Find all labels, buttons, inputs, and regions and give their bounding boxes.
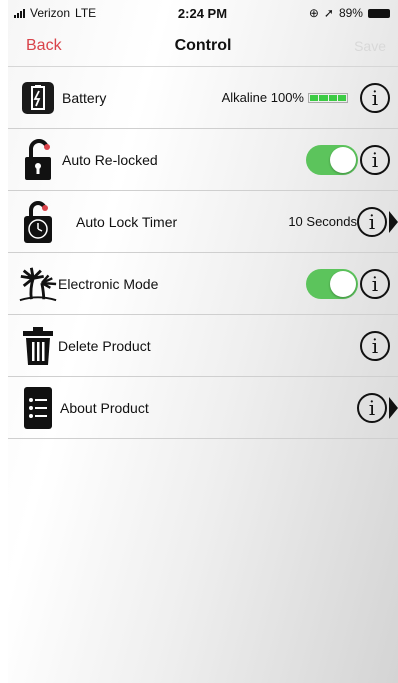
battery-value: Alkaline 100% [221, 90, 304, 105]
padlock-icon [18, 138, 58, 182]
page-title: Control [174, 37, 232, 54]
play-arrow-icon [389, 210, 398, 233]
electronic-mode-row: Electronic Mode i [8, 253, 398, 315]
battery-level-indicator [308, 92, 348, 103]
auto-relocked-label: Auto Re-locked [62, 151, 158, 168]
auto-lock-timer-label: Auto Lock Timer [76, 213, 178, 230]
about-product-row[interactable]: About Product i [8, 377, 398, 439]
info-button-about-product[interactable]: i [357, 392, 387, 423]
battery-percent: 89% [338, 6, 363, 20]
auto-relocked-row: Auto Re-locked i [8, 129, 398, 191]
palm-trees-icon [18, 262, 58, 306]
status-bar: Verizon LTE 2:24 PM ⊕ ➚ 89% [8, 0, 398, 26]
electronic-mode-label: Electronic Mode [58, 275, 159, 292]
delete-product-row[interactable]: Delete Product i [8, 315, 398, 377]
battery-row: Battery Alkaline 100% i [8, 67, 398, 129]
info-button-auto-relocked[interactable]: i [360, 144, 390, 175]
timer-lock-icon [18, 200, 58, 244]
save-button[interactable]: Save [354, 38, 386, 54]
location-icon: ➚ [323, 6, 334, 20]
signal-icon [14, 8, 25, 18]
delete-product-right: i [360, 315, 398, 376]
navigation-bar: Back Control Save [8, 26, 398, 66]
toggle-knob [330, 146, 356, 173]
status-right: ⊕ ➚ 89% [309, 6, 390, 20]
network-label: LTE [75, 6, 97, 20]
about-product-label: About Product [60, 399, 149, 416]
battery-icon [367, 8, 390, 18]
info-button-auto-lock-timer[interactable]: i [357, 206, 387, 237]
auto-lock-timer-right: 10 Seconds i [288, 191, 398, 252]
auto-relocked-right: i [306, 129, 398, 190]
electronic-mode-right: i [306, 253, 398, 314]
play-arrow-icon [389, 396, 398, 419]
about-product-right: i [357, 377, 398, 438]
info-button-delete-product[interactable]: i [360, 330, 390, 361]
auto-lock-timer-row: Auto Lock Timer 10 Seconds i [8, 191, 398, 253]
status-left: Verizon LTE [14, 6, 96, 20]
electronic-mode-toggle[interactable] [306, 268, 358, 299]
auto-relocked-toggle[interactable] [306, 144, 358, 175]
battery-row-icon [18, 76, 58, 120]
battery-row-right: Alkaline 100% i [222, 67, 398, 128]
trash-icon [18, 324, 58, 368]
back-button[interactable]: Back [26, 37, 62, 55]
info-button-electronic-mode[interactable]: i [360, 268, 390, 299]
delete-product-label: Delete Product [58, 337, 151, 354]
info-button-battery[interactable]: i [360, 82, 390, 113]
battery-label: Battery [62, 89, 107, 106]
carrier-label: Verizon [30, 6, 71, 20]
rotation-lock-icon: ⊕ [308, 6, 319, 20]
auto-lock-timer-value: 10 Seconds [288, 214, 357, 229]
app-frame: Verizon LTE 2:24 PM ⊕ ➚ 89% Back Control… [8, 0, 398, 683]
document-list-icon [18, 386, 58, 430]
toggle-knob [330, 270, 356, 297]
status-time: 2:24 PM [177, 5, 228, 21]
settings-list: Battery Alkaline 100% i Auto Re-locked i [8, 66, 398, 439]
